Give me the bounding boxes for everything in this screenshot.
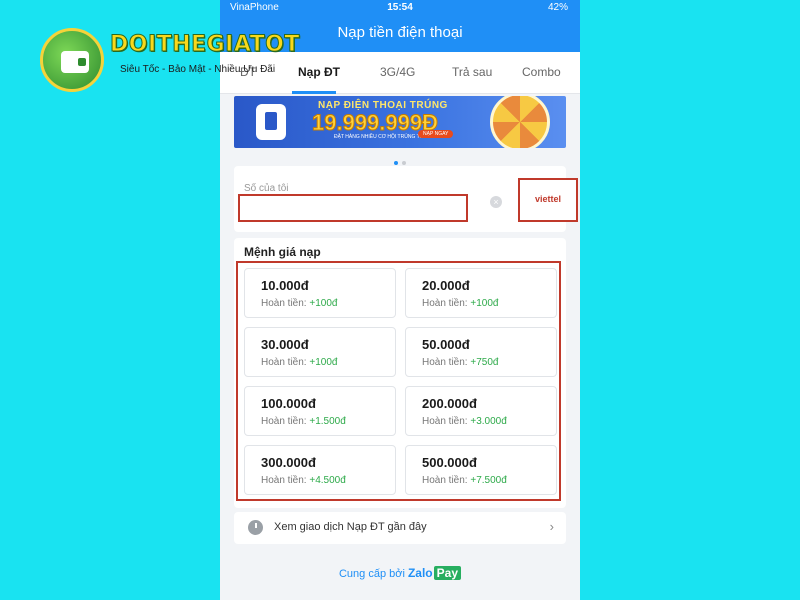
logo-brand-text: DOITHEGIATOT xyxy=(110,32,300,58)
denomination-amount: 10.000đ xyxy=(261,278,309,293)
denomination-amount: 50.000đ xyxy=(422,337,470,352)
cashback-text: Hoàn tiền: +100đ xyxy=(422,298,499,309)
tab-tra-sau[interactable]: Trả sau xyxy=(452,65,492,79)
denomination-option[interactable]: 10.000đ Hoàn tiền: +100đ xyxy=(244,268,396,318)
clock-icon xyxy=(248,520,263,535)
phone-number-input[interactable] xyxy=(238,194,468,222)
clear-icon[interactable]: × xyxy=(490,196,502,208)
denomination-option[interactable]: 200.000đ Hoàn tiền: +3.000đ xyxy=(405,386,557,436)
logo-slogan: Siêu Tốc - Bảo Mật - Nhiều Ưu Đãi xyxy=(120,64,276,75)
cashback-text: Hoàn tiền: +1.500đ xyxy=(261,416,346,427)
denomination-title: Mệnh giá nạp xyxy=(244,245,321,259)
denomination-amount: 100.000đ xyxy=(261,396,316,411)
denomination-option[interactable]: 300.000đ Hoàn tiền: +4.500đ xyxy=(244,445,396,495)
promo-banner[interactable]: NẠP ĐIỆN THOẠI TRÚNG 19.999.999Đ ĐẶT HÀN… xyxy=(234,96,566,148)
denomination-amount: 20.000đ xyxy=(422,278,470,293)
denomination-card: Mệnh giá nạp 10.000đ Hoàn tiền: +100đ 20… xyxy=(234,238,566,508)
banner-cta-button[interactable]: NẠP NGAY xyxy=(418,130,454,138)
denomination-option[interactable]: 20.000đ Hoàn tiền: +100đ xyxy=(405,268,557,318)
phone-icon xyxy=(256,104,286,140)
tab-combo[interactable]: Combo xyxy=(522,65,561,79)
cashback-text: Hoàn tiền: +4.500đ xyxy=(261,475,346,486)
cashback-text: Hoàn tiền: +100đ xyxy=(261,357,338,368)
zalopay-logo: Zalo Pay xyxy=(408,566,461,580)
recent-transactions-link[interactable]: Xem giao dịch Nạp ĐT gần đây › xyxy=(234,512,566,544)
denomination-option[interactable]: 30.000đ Hoàn tiền: +100đ xyxy=(244,327,396,377)
chevron-right-icon: › xyxy=(549,519,554,534)
denomination-option[interactable]: 50.000đ Hoàn tiền: +750đ xyxy=(405,327,557,377)
recent-transactions-label: Xem giao dịch Nạp ĐT gần đây xyxy=(274,521,427,533)
cashback-text: Hoàn tiền: +3.000đ xyxy=(422,416,507,427)
clock-time: 15:54 xyxy=(387,2,413,13)
wallet-logo-icon xyxy=(40,28,104,92)
denomination-option[interactable]: 100.000đ Hoàn tiền: +1.500đ xyxy=(244,386,396,436)
denomination-amount: 500.000đ xyxy=(422,455,477,470)
cashback-text: Hoàn tiền: +100đ xyxy=(261,298,338,309)
carrier-selector[interactable]: viettel xyxy=(518,178,578,222)
battery-level: 42% xyxy=(547,2,568,13)
viettel-logo-icon: viettel xyxy=(534,194,561,204)
cashback-text: Hoàn tiền: +7.500đ xyxy=(422,475,507,486)
provided-by-text: Cung cấp bởi xyxy=(338,568,405,580)
footer-provider: Cung cấp bởi Zalo Pay xyxy=(220,566,580,580)
carousel-dot-2[interactable] xyxy=(402,161,406,165)
tab-3g4g[interactable]: 3G/4G xyxy=(380,65,415,79)
denomination-amount: 200.000đ xyxy=(422,396,477,411)
denomination-amount: 300.000đ xyxy=(261,455,316,470)
carousel-dot-1[interactable] xyxy=(394,161,398,165)
phone-number-card: Số của tôi × viettel xyxy=(234,166,578,232)
watermark-logo: DOITHEGIATOT Siêu Tốc - Bảo Mật - Nhiều … xyxy=(40,28,360,98)
phone-number-label: Số của tôi xyxy=(244,183,289,194)
denomination-option[interactable]: 500.000đ Hoàn tiền: +7.500đ xyxy=(405,445,557,495)
prize-wheel-icon xyxy=(490,96,550,148)
cashback-text: Hoàn tiền: +750đ xyxy=(422,357,499,368)
status-bar: VinaPhone 15:54 42% xyxy=(220,2,580,16)
denomination-amount: 30.000đ xyxy=(261,337,309,352)
